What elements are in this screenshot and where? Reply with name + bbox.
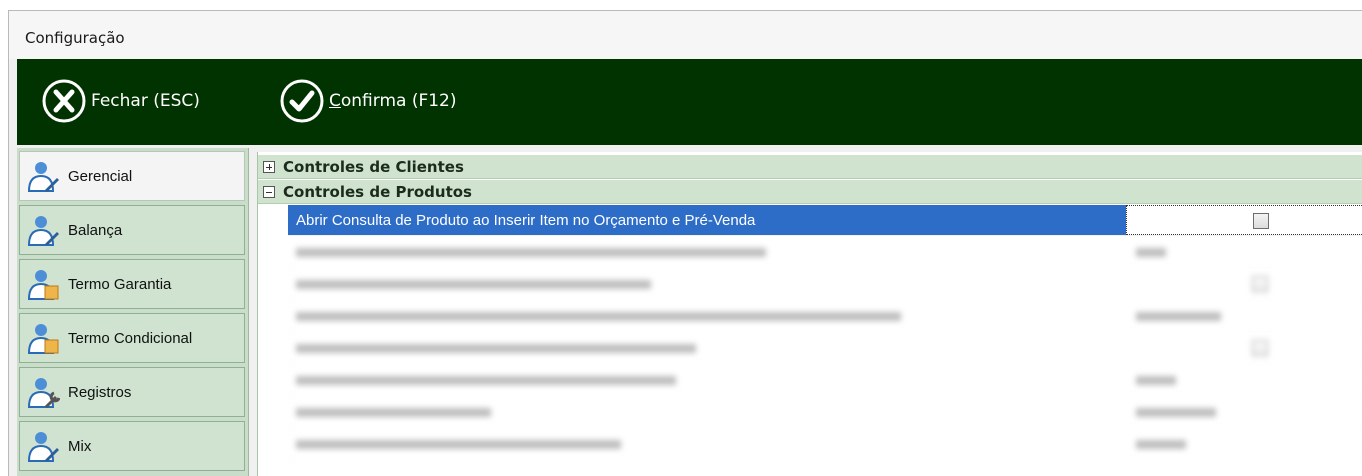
sidebar-item-label: Gerencial [68,167,133,185]
window-title: Configuração [25,29,125,47]
user-edit-icon [27,432,59,462]
property-grid: Controles de Clientes Controles de Produ… [257,152,1362,476]
expand-icon[interactable] [263,160,275,173]
action-toolbar: Fechar (ESC) Confirma (F12) [17,59,1362,145]
property-row-obscured [288,333,1362,364]
close-button-label: Fechar (ESC) [91,91,200,111]
confirm-button[interactable]: Confirma (F12) [279,77,457,125]
sidebar-item-registros[interactable]: Registros [19,367,245,417]
obscured-content [1126,333,1362,363]
sidebar-item-label: Termo Condicional [68,329,193,347]
obscured-content [1126,301,1362,331]
category-title: Controles de Produtos [283,182,472,201]
obscured-content [288,269,1126,299]
user-document-icon [27,324,59,354]
obscured-content [288,365,1126,395]
sidebar-item-label: Balança [68,221,123,239]
obscured-content [288,301,1126,331]
property-name: Abrir Consulta de Produto ao Inserir Ite… [288,205,1126,235]
user-wrench-icon [27,378,60,409]
property-checkbox[interactable] [1253,213,1269,229]
title-bar: Configuração [9,11,1362,59]
obscured-content [288,397,1126,427]
sidebar-item-termo-garantia[interactable]: Termo Garantia [19,259,245,309]
category-controles-clientes[interactable]: Controles de Clientes [258,155,1362,179]
category-title: Controles de Clientes [283,157,464,176]
user-edit-icon [27,216,59,246]
confirm-button-label: Confirma (F12) [329,91,457,111]
property-row-obscured [288,429,1362,460]
checkmark-circle-icon [280,79,324,123]
sidebar-item-label: Termo Garantia [68,275,172,293]
property-row-selected[interactable]: Abrir Consulta de Produto ao Inserir Ite… [288,205,1362,236]
property-value-cell[interactable] [1126,205,1362,235]
obscured-content [288,429,1126,459]
property-row-obscured [288,397,1362,428]
obscured-content [1126,429,1362,459]
configuration-window: Configuração Fechar (ESC) Confirma (F12)… [8,10,1362,476]
user-document-icon [27,270,59,300]
property-row-obscured [288,237,1362,268]
close-circle-icon [42,79,86,123]
obscured-content [1126,237,1362,267]
collapse-icon[interactable] [263,185,275,198]
sidebar-item-label: Registros [68,383,132,401]
sidebar-item-gerencial[interactable]: Gerencial [19,151,245,201]
sidebar-item-label: Mix [68,437,92,455]
obscured-content [288,333,1126,363]
obscured-content [288,237,1126,267]
sidebar-item-balanca[interactable]: Balança [19,205,245,255]
sidebar-item-mix[interactable]: Mix [19,421,245,471]
sidebar-item-termo-condicional[interactable]: Termo Condicional [19,313,245,363]
property-row-obscured [288,301,1362,332]
category-controles-produtos[interactable]: Controles de Produtos [258,180,1362,204]
property-row-obscured [288,269,1362,300]
obscured-content [1126,269,1362,299]
obscured-content [1126,365,1362,395]
close-button[interactable]: Fechar (ESC) [41,77,200,125]
property-row-obscured [288,365,1362,396]
settings-sidebar: Gerencial Balança Termo Garantia Termo C… [17,148,249,476]
user-edit-icon [27,162,59,192]
obscured-content [1126,397,1362,427]
